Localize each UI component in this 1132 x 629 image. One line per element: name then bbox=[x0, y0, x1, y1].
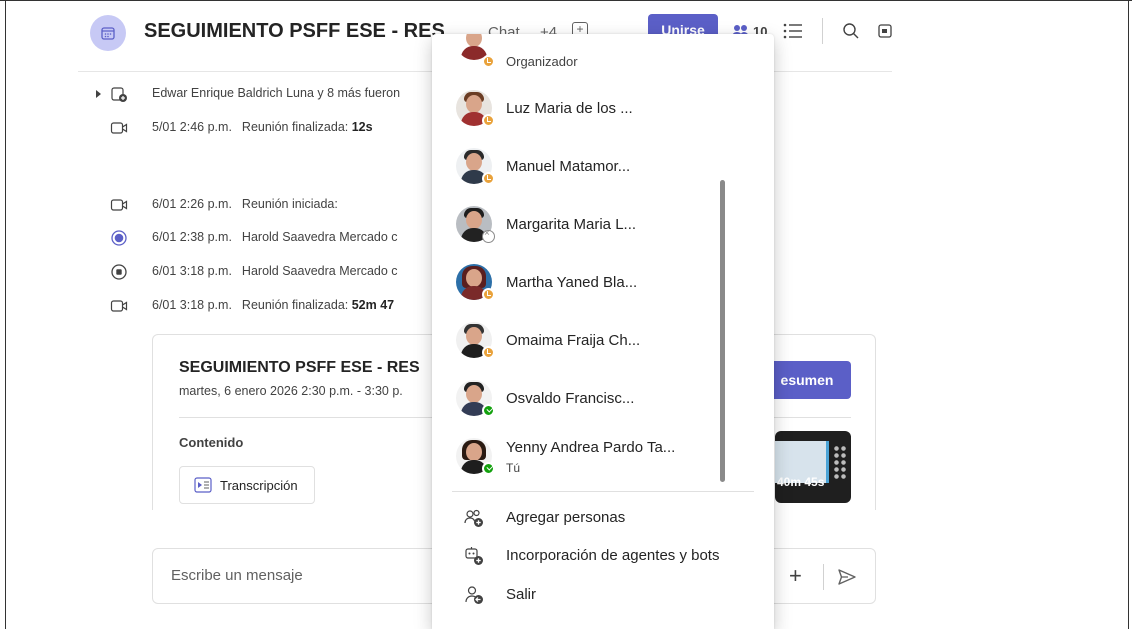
avatar-face bbox=[466, 95, 482, 113]
timeline-row: 5/01 2:46 p.m. Reunión finalizada: 12s bbox=[96, 118, 456, 138]
presence-away-icon bbox=[482, 288, 495, 301]
presence-offline-icon bbox=[482, 228, 495, 243]
participant-item[interactable]: Luz Maria de los ... bbox=[432, 88, 774, 128]
add-bots-button[interactable]: Incorporación de agentes y bots bbox=[432, 540, 774, 572]
frame-border-right bbox=[1128, 0, 1129, 629]
recording-thumbnail[interactable]: 40m 45s bbox=[775, 431, 851, 503]
presence-away-icon bbox=[482, 172, 495, 185]
timeline-time: 6/01 3:18 p.m. bbox=[152, 264, 232, 278]
timeline-event: Reunión finalizada: bbox=[241, 298, 349, 312]
flyout-divider bbox=[452, 491, 754, 492]
timeline-event: Harold Saavedra Mercado c bbox=[241, 264, 398, 278]
send-icon[interactable] bbox=[837, 568, 857, 586]
video-camera-icon bbox=[110, 199, 128, 211]
add-people-button[interactable]: Agregar personas bbox=[432, 502, 774, 534]
timeline-time: 6/01 2:38 p.m. bbox=[152, 230, 232, 244]
timeline-text: 6/01 3:18 p.m. Reunión finalizada: 52m 47 bbox=[152, 298, 394, 312]
presence-available-icon bbox=[482, 462, 495, 475]
video-camera-icon bbox=[110, 300, 128, 312]
add-bot-icon bbox=[465, 547, 483, 565]
participant-name: Osvaldo Francisc... bbox=[506, 390, 635, 407]
avatar-face bbox=[466, 443, 482, 461]
action-label: Agregar personas bbox=[506, 509, 626, 526]
flyout-scrollbar[interactable] bbox=[720, 180, 725, 482]
participant-role: Organizador bbox=[506, 54, 578, 69]
timeline-text: Edwar Enrique Baldrich Luna y 8 más fuer… bbox=[152, 86, 401, 100]
transcript-button[interactable]: Transcripción bbox=[179, 466, 315, 504]
record-start-icon bbox=[111, 230, 127, 246]
participant-name: Omaima Fraija Ch... bbox=[506, 332, 641, 349]
popout-icon[interactable] bbox=[878, 23, 892, 39]
timeline-event: Reunión iniciada: bbox=[241, 197, 338, 211]
record-stop-icon bbox=[111, 264, 127, 280]
message-input[interactable]: Escribe un mensaje bbox=[171, 567, 303, 584]
participant-name: Manuel Matamor... bbox=[506, 158, 631, 175]
leave-icon bbox=[465, 586, 483, 604]
participant-name: Margarita Maria L... bbox=[506, 216, 637, 233]
timeline-text: 6/01 3:18 p.m. Harold Saavedra Mercado c bbox=[152, 264, 398, 278]
expand-caret-icon[interactable] bbox=[96, 90, 101, 98]
list-icon[interactable] bbox=[782, 22, 804, 40]
avatar-face bbox=[466, 327, 482, 345]
timeline-row: 6/01 3:18 p.m. Harold Saavedra Mercado c bbox=[96, 262, 456, 282]
action-label: Incorporación de agentes y bots bbox=[506, 547, 720, 564]
compose-divider bbox=[823, 564, 824, 590]
video-camera-icon bbox=[110, 122, 128, 134]
content-heading: Contenido bbox=[179, 435, 244, 450]
participants-added-icon bbox=[111, 87, 127, 102]
timeline-event: Harold Saavedra Mercado c bbox=[241, 230, 398, 244]
presence-available-icon bbox=[482, 404, 495, 417]
participants-flyout: Organizador Luz Maria de los ... Manuel … bbox=[432, 34, 774, 629]
avatar-face bbox=[466, 385, 482, 403]
view-recap-button[interactable]: esumen bbox=[763, 361, 851, 399]
timeline-text: 6/01 2:26 p.m. Reunión iniciada: bbox=[152, 197, 338, 211]
participant-organizer[interactable]: Organizador bbox=[432, 34, 774, 72]
presence-away-icon bbox=[482, 114, 495, 127]
timeline-time: 5/01 2:46 p.m. bbox=[152, 120, 232, 134]
transcript-label: Transcripción bbox=[220, 477, 298, 493]
participant-name: Luz Maria de los ... bbox=[506, 100, 633, 117]
avatar-face bbox=[466, 211, 482, 229]
search-icon[interactable] bbox=[842, 22, 860, 40]
timeline-row: 6/01 3:18 p.m. Reunión finalizada: 52m 47 bbox=[96, 296, 456, 316]
meeting-title: SEGUIMIENTO PSFF ESE - RES bbox=[144, 20, 444, 42]
presence-away-icon bbox=[482, 55, 495, 68]
card-title: SEGUIMIENTO PSFF ESE - RES bbox=[179, 359, 420, 376]
presence-away-icon bbox=[482, 346, 495, 359]
participant-role: Tú bbox=[506, 461, 521, 475]
recording-duration: 40m 45s bbox=[777, 475, 825, 489]
timeline-event: Reunión finalizada: bbox=[241, 120, 349, 134]
header-divider bbox=[822, 18, 823, 44]
timeline-duration: 12s bbox=[351, 120, 373, 134]
timeline-time: 6/01 2:26 p.m. bbox=[152, 197, 232, 211]
screenshot-frame: SEGUIMIENTO PSFF ESE - RES Chat +4 + Uni… bbox=[0, 0, 1132, 629]
timeline-row: 6/01 2:38 p.m. Harold Saavedra Mercado c bbox=[96, 228, 456, 248]
participant-name: Yenny Andrea Pardo Ta... bbox=[506, 439, 676, 456]
timeline-row: 6/01 2:26 p.m. Reunión iniciada: bbox=[96, 195, 456, 215]
timeline-row: Edwar Enrique Baldrich Luna y 8 más fuer… bbox=[96, 84, 456, 104]
timeline-time: 6/01 3:18 p.m. bbox=[152, 298, 232, 312]
add-people-icon bbox=[464, 509, 483, 527]
meeting-calendar-icon bbox=[90, 15, 126, 51]
action-label: Salir bbox=[506, 586, 537, 603]
avatar-face bbox=[466, 153, 482, 171]
transcript-icon bbox=[194, 477, 212, 493]
participant-name: Martha Yaned Bla... bbox=[506, 274, 638, 291]
add-attachment-icon[interactable]: + bbox=[789, 565, 802, 587]
leave-button[interactable]: Salir bbox=[432, 579, 774, 611]
recording-participants bbox=[833, 445, 847, 479]
avatar-face bbox=[466, 269, 482, 287]
timeline-text: 6/01 2:38 p.m. Harold Saavedra Mercado c bbox=[152, 230, 398, 244]
timeline-text: 5/01 2:46 p.m. Reunión finalizada: 12s bbox=[152, 120, 373, 134]
timeline-duration: 52m 47 bbox=[351, 298, 395, 312]
frame-border-left bbox=[5, 0, 6, 629]
card-date: martes, 6 enero 2026 2:30 p.m. - 3:30 p. bbox=[179, 384, 403, 398]
